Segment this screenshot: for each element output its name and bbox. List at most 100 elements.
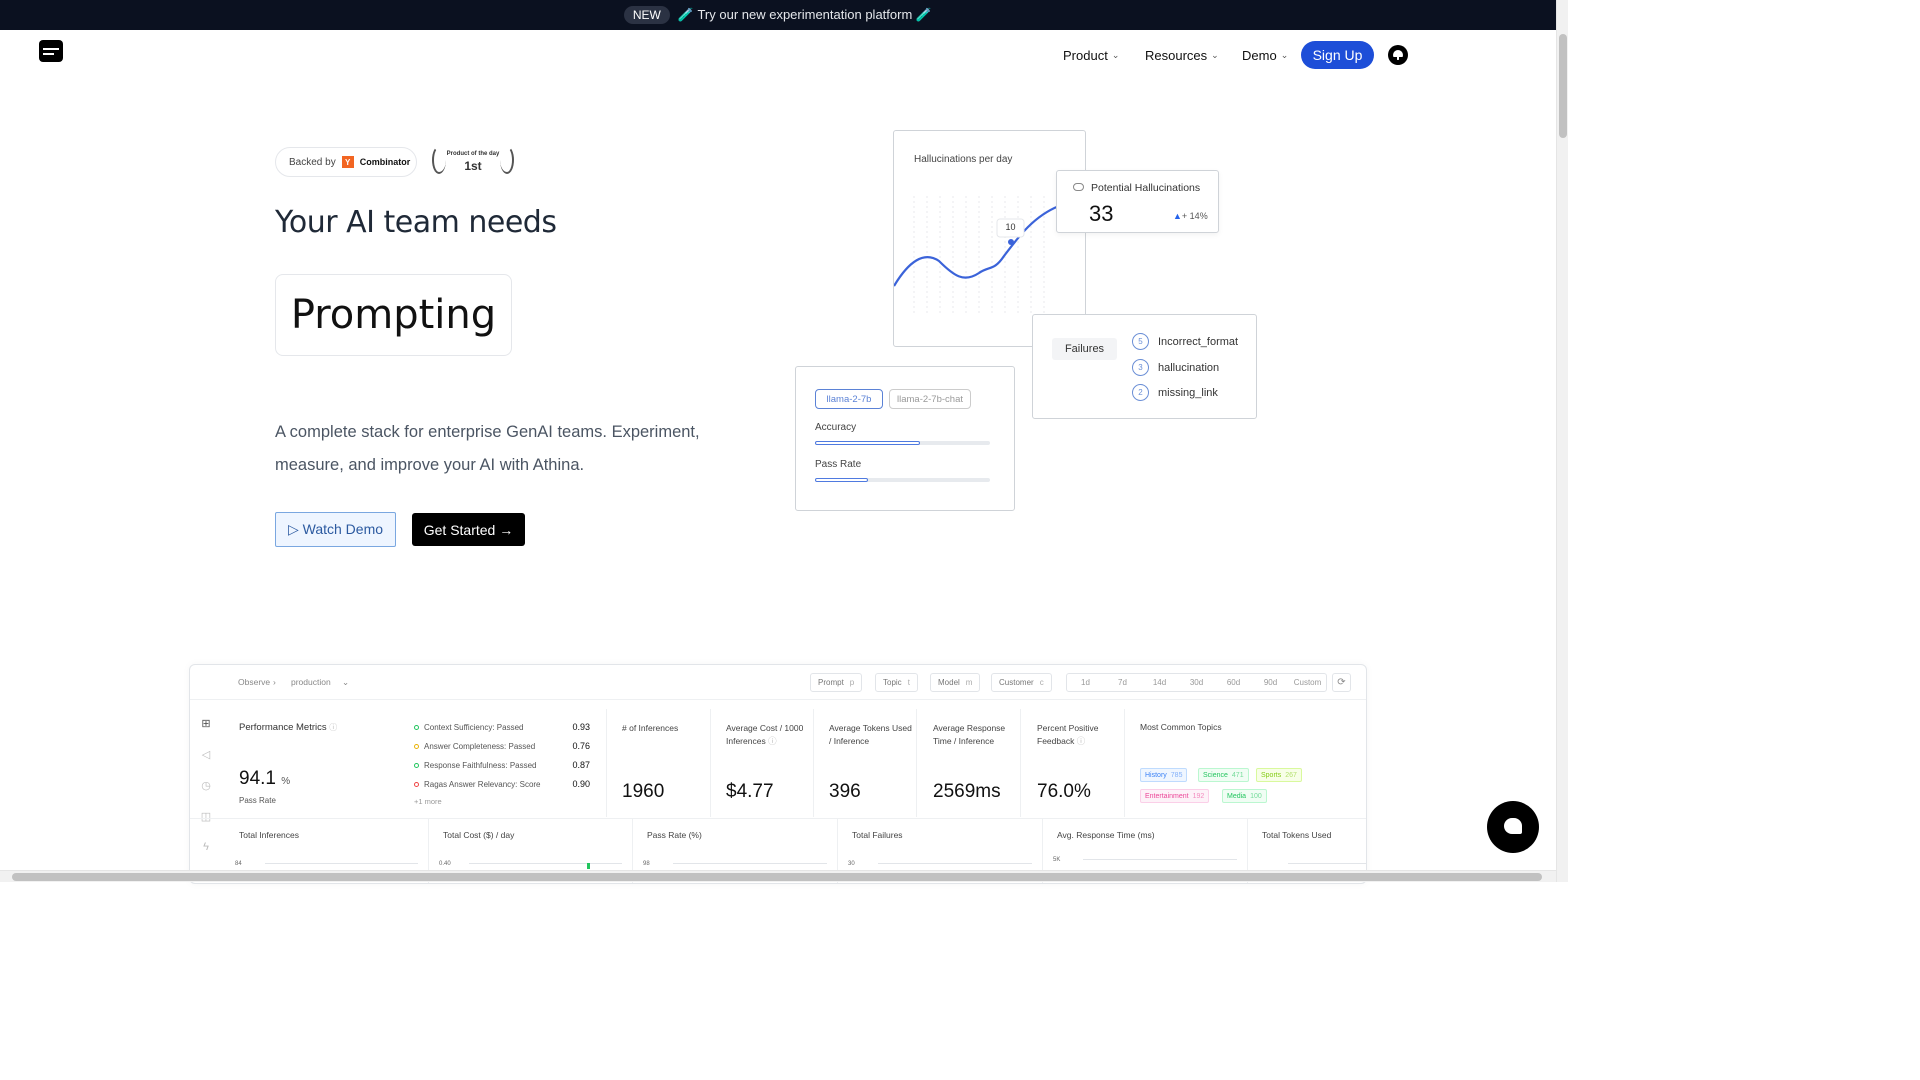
divider [1124, 709, 1125, 817]
range-custom[interactable]: Custom [1289, 674, 1326, 691]
model-chip-llama-2-7b-chat[interactable]: llama-2-7b-chat [889, 389, 971, 409]
banner-text[interactable]: 🧪 Try our new experimentation platform 🧪 [678, 7, 932, 23]
breadcrumb-observe[interactable]: Observe [238, 677, 270, 687]
topic-name: Entertainment [1145, 792, 1189, 800]
grid-icon[interactable]: ⊞ [200, 717, 212, 730]
nav-product[interactable]: Product ⌄ [1063, 48, 1119, 63]
eval-value: 0.76 [572, 741, 590, 751]
accuracy-label: Accuracy [815, 422, 857, 433]
status-dot-icon [414, 781, 419, 787]
range-7d[interactable]: 7d [1104, 674, 1141, 691]
performance-metrics-title: Performance Metrics ⓘ [239, 722, 337, 733]
announcement-banner[interactable]: NEW 🧪 Try our new experimentation platfo… [0, 0, 1556, 30]
filter-label: Prompt [818, 678, 844, 687]
topic-name: Media [1227, 792, 1247, 800]
info-icon[interactable]: ⓘ [329, 723, 337, 732]
kpi-value: $4.77 [726, 781, 774, 802]
pass-rate-number: 94.1 [239, 768, 276, 789]
kpi-response-time: Average Response Time / Inference 2569ms [933, 722, 1011, 802]
failure-count: 5 [1132, 333, 1149, 350]
cost-bar [587, 863, 590, 869]
chevron-down-icon[interactable]: ⌄ [342, 677, 349, 688]
filter-label: Topic [883, 678, 902, 687]
topic-tag[interactable]: Media 100 [1222, 789, 1267, 803]
scrollbar-thumb[interactable] [12, 873, 1542, 881]
filter-customer[interactable]: Customer c [991, 673, 1052, 692]
nav-product-label: Product [1063, 48, 1108, 63]
topic-tag[interactable]: Sports 267 [1256, 768, 1302, 782]
kpi-label: # of Inferences [622, 723, 679, 733]
eval-row: Context Sufficiency: Passed 0.93 [414, 722, 590, 732]
eval-label: Response Faithfulness: Passed [424, 760, 537, 770]
failure-item: 3 hallucination [1132, 359, 1219, 376]
pass-rate-label: Pass Rate [815, 459, 862, 470]
y-tick: 5K [1053, 857, 1061, 863]
history-icon[interactable]: ◷ [200, 779, 212, 792]
yc-backed-badge[interactable]: Backed by Y Combinator [275, 147, 417, 177]
gridline [1083, 859, 1237, 860]
cloud-icon [1073, 183, 1084, 191]
range-60d[interactable]: 60d [1215, 674, 1252, 691]
get-started-button[interactable]: Get Started → [412, 513, 525, 546]
topic-tag[interactable]: Science 471 [1198, 768, 1249, 782]
vertical-scrollbar[interactable] [1556, 0, 1568, 882]
megaphone-icon[interactable]: ◁ [200, 748, 212, 761]
range-1d[interactable]: 1d [1067, 674, 1104, 691]
yc-logo-icon: Y [341, 156, 354, 168]
topic-name: History [1145, 771, 1167, 779]
kpi-value: 2569ms [933, 781, 1001, 802]
range-30d[interactable]: 30d [1178, 674, 1215, 691]
potential-change-text: + 14% [1181, 211, 1208, 221]
chat-widget-button[interactable] [1487, 801, 1539, 853]
scrollbar-thumb[interactable] [1559, 34, 1567, 138]
topic-count: 785 [1170, 771, 1183, 779]
model-chip-llama-2-7b[interactable]: llama-2-7b [815, 389, 883, 409]
dashboard-toolbar: Observe › production ⌄ Prompt p Topic t Mo… [190, 665, 1366, 700]
chevron-down-icon: ⌄ [1111, 50, 1120, 60]
y-tick: 84 [235, 861, 242, 867]
y-tick: 0.40 [439, 861, 451, 867]
info-icon[interactable]: ⓘ [768, 736, 777, 746]
horizontal-scrollbar[interactable] [0, 870, 1556, 882]
info-icon[interactable]: ⓘ [1077, 736, 1086, 746]
nav-resources[interactable]: Resources ⌄ [1145, 48, 1219, 63]
kpi-label: Average Tokens Used / Inference [829, 723, 912, 746]
hero-title: Your AI team needs [275, 205, 557, 240]
gridline [878, 863, 1032, 864]
filter-shortcut: t [907, 678, 910, 687]
breadcrumb-production[interactable]: production [291, 677, 331, 687]
filter-label: Model [938, 678, 960, 687]
watch-demo-button[interactable]: ▷ Watch Demo [275, 512, 396, 547]
range-14d[interactable]: 14d [1141, 674, 1178, 691]
gridline [265, 863, 418, 864]
athina-logo[interactable] [39, 40, 63, 62]
kpi-value: 76.0% [1037, 781, 1091, 802]
performance-title-text: Performance Metrics [239, 722, 327, 733]
point-label: 10 [1005, 222, 1016, 232]
kpi-average-tokens: Average Tokens Used / Inference 396 [829, 722, 913, 802]
kpi-value: 396 [829, 781, 861, 802]
refresh-icon[interactable]: ⟳ [1332, 673, 1351, 692]
pass-rate-value: 94.1 % [239, 768, 290, 790]
chart-title: Avg. Response Time (ms) [1057, 830, 1155, 840]
range-90d[interactable]: 90d [1252, 674, 1289, 691]
evals-more-link[interactable]: +1 more [414, 797, 442, 806]
filter-model[interactable]: Model m [930, 673, 981, 692]
topic-name: Science [1203, 771, 1228, 779]
topic-count: 192 [1192, 792, 1205, 800]
eval-value: 0.90 [572, 779, 590, 789]
nav-demo[interactable]: Demo ⌄ [1242, 48, 1288, 63]
potential-value: 33 [1089, 201, 1114, 226]
filter-prompt[interactable]: Prompt p [810, 673, 863, 692]
github-icon[interactable] [1388, 45, 1408, 65]
sign-up-button[interactable]: Sign Up [1301, 41, 1374, 69]
topic-tag[interactable]: History 785 [1140, 768, 1188, 782]
potential-hallucinations-card: Potential Hallucinations 33 ▲+ 14% [1056, 170, 1219, 233]
filter-topic[interactable]: Topic t [875, 673, 918, 692]
product-of-the-day-badge[interactable]: Product of the day 1st [430, 144, 516, 178]
pod-line2: 1st [464, 159, 482, 173]
gridline [469, 863, 622, 864]
failure-count: 2 [1132, 384, 1149, 401]
accuracy-fill [815, 441, 920, 445]
topic-tag[interactable]: Entertainment 192 [1140, 789, 1210, 803]
